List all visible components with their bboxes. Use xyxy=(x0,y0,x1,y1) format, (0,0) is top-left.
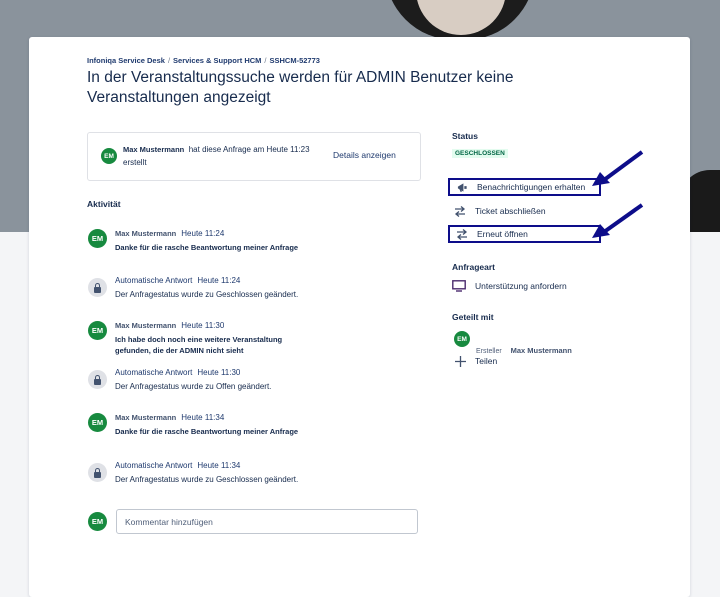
reopen-label: Erneut öffnen xyxy=(477,229,528,239)
page-title: In der Veranstaltungssuche werden für AD… xyxy=(87,69,514,106)
annotation-arrow xyxy=(592,150,644,186)
avatar: EM xyxy=(88,321,107,340)
activity-text: Danke für die rasche Beantwortung meiner… xyxy=(115,243,299,252)
list-item: Automatische Antwort Heute 11:24 Der Anfr… xyxy=(87,276,417,301)
activity-time[interactable]: Heute 11:34 xyxy=(197,461,240,470)
request-type: Unterstützung anfordern xyxy=(448,277,601,295)
share-label: Teilen xyxy=(475,356,498,366)
breadcrumb: Infoniqa Service Desk / Services & Support… xyxy=(87,56,320,65)
megaphone-icon xyxy=(456,181,468,193)
list-item: Automatische Antwort Heute 11:34 Der Anfr… xyxy=(87,461,417,486)
request-card: Infoniqa Service Desk / Services & Support… xyxy=(29,37,690,597)
list-item: EM Max Mustermann Heute 11:30 Ich habe do… xyxy=(87,321,417,356)
avatar: EM xyxy=(88,413,107,432)
activity-text: Danke für die rasche Beantwortung meiner… xyxy=(115,427,299,436)
lock-avatar xyxy=(88,370,107,389)
close-ticket-label: Ticket abschließen xyxy=(475,206,546,216)
activity-author: Max Mustermann xyxy=(115,321,177,330)
swap-arrows-icon xyxy=(454,205,466,217)
breadcrumb-separator: / xyxy=(264,56,267,65)
shared-with-label: Geteilt mit xyxy=(452,312,494,322)
breadcrumb-ticket[interactable]: SSHCM-52773 xyxy=(270,56,320,65)
activity-author: Automatische Antwort xyxy=(115,276,193,285)
activity-heading: Aktivität xyxy=(87,199,121,209)
activity-header: Automatische Antwort Heute 11:30 xyxy=(115,368,240,377)
creator-info-box: EM Max Mustermann hat diese Anfrage am H… xyxy=(87,132,421,181)
activity-text: Der Anfragestatus wurde zu Geschlossen g… xyxy=(115,290,299,299)
activity-time[interactable]: Heute 11:30 xyxy=(197,368,240,377)
request-type-label: Anfrageart xyxy=(452,262,495,272)
avatar: EM xyxy=(454,331,470,347)
activity-time[interactable]: Heute 11:30 xyxy=(181,321,224,330)
activity-text: Der Anfragestatus wurde zu Geschlossen g… xyxy=(115,475,299,484)
annotation-arrow xyxy=(592,203,644,238)
monitor-icon xyxy=(452,280,466,292)
avatar: EM xyxy=(88,229,107,248)
reopen-button[interactable]: Erneut öffnen xyxy=(448,225,601,243)
breadcrumb-separator: / xyxy=(167,56,171,65)
lock-icon xyxy=(94,467,101,478)
activity-author: Max Mustermann xyxy=(115,413,177,422)
close-ticket-button[interactable]: Ticket abschließen xyxy=(448,202,601,220)
lock-avatar xyxy=(88,463,107,482)
lock-avatar xyxy=(88,278,107,297)
activity-author: Automatische Antwort xyxy=(115,368,193,377)
notifications-label: Benachrichtigungen erhalten xyxy=(477,182,586,192)
status-badge: GESCHLOSSEN xyxy=(452,149,508,158)
activity-time[interactable]: Heute 11:24 xyxy=(181,229,224,238)
lock-icon xyxy=(94,374,101,385)
creator-name: Max Mustermann xyxy=(123,145,185,154)
activity-header: Max Mustermann Heute 11:30 xyxy=(115,321,224,330)
breadcrumb-portal[interactable]: Services & Support HCM xyxy=(173,56,261,65)
list-item: EM Max Mustermann Heute 11:24 Danke für d… xyxy=(87,229,417,254)
share-button[interactable]: Teilen xyxy=(448,352,528,370)
comment-input[interactable]: Kommentar hinzufügen xyxy=(116,509,418,534)
comment-placeholder: Kommentar hinzufügen xyxy=(125,516,213,527)
activity-header: Automatische Antwort Heute 11:34 xyxy=(115,461,240,470)
activity-text: Der Anfragestatus wurde zu Offen geänder… xyxy=(115,382,272,391)
list-item: Automatische Antwort Heute 11:30 Der Anfr… xyxy=(87,368,417,393)
avatar: EM xyxy=(88,512,107,531)
activity-header: Max Mustermann Heute 11:24 xyxy=(115,229,224,238)
details-link[interactable]: Details anzeigen xyxy=(333,150,396,160)
activity-author: Automatische Antwort xyxy=(115,461,193,470)
lock-icon xyxy=(94,282,101,293)
plus-icon xyxy=(454,355,466,367)
activity-time[interactable]: Heute 11:24 xyxy=(197,276,240,285)
activity-author: Max Mustermann xyxy=(115,229,177,238)
activity-header: Automatische Antwort Heute 11:24 xyxy=(115,276,240,285)
request-type-value: Unterstützung anfordern xyxy=(475,281,567,291)
swap-arrows-icon xyxy=(456,228,468,240)
activity-header: Max Mustermann Heute 11:34 xyxy=(115,413,224,422)
activity-text: Ich habe doch noch eine weitere Veransta… xyxy=(115,335,283,355)
avatar: EM xyxy=(101,148,117,164)
list-item: EM Max Mustermann Heute 11:34 Danke für d… xyxy=(87,413,417,438)
creator-text: Max Mustermann hat diese Anfrage am Heut… xyxy=(123,143,328,169)
notifications-button[interactable]: Benachrichtigungen erhalten xyxy=(448,178,601,196)
breadcrumb-project[interactable]: Infoniqa Service Desk xyxy=(87,56,165,65)
status-label: Status xyxy=(452,131,478,141)
activity-time[interactable]: Heute 11:34 xyxy=(181,413,224,422)
